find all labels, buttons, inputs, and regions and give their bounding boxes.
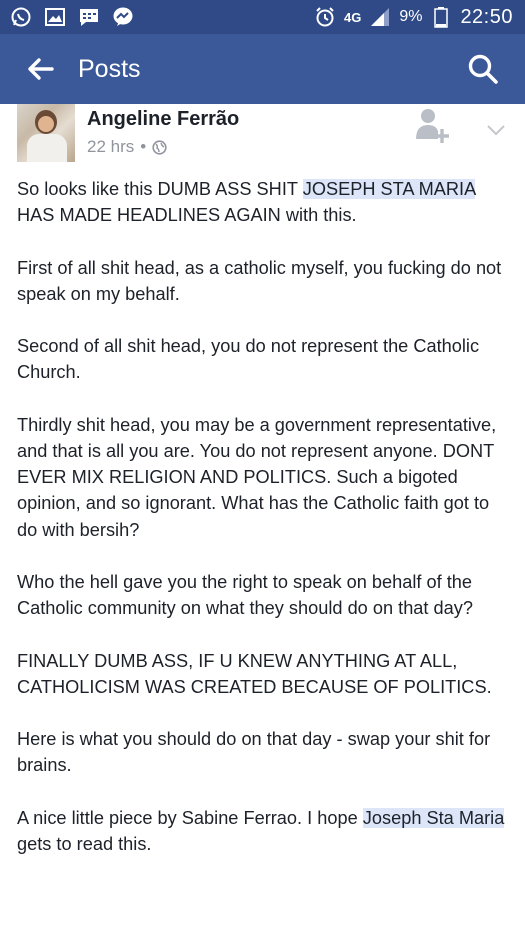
battery-icon xyxy=(430,6,452,28)
back-button[interactable] xyxy=(16,45,64,93)
post-paragraph: First of all shit head, as a catholic my… xyxy=(17,257,502,304)
post-options-button[interactable] xyxy=(484,118,508,142)
post-paragraph: Second of all shit head, you do not repr… xyxy=(17,336,480,383)
page-title: Posts xyxy=(78,54,141,83)
post-paragraph: So looks like this DUMB ASS SHIT JOSEPH … xyxy=(17,179,476,226)
author-name[interactable]: Angeline Ferrão xyxy=(87,108,239,131)
post-paragraph: FINALLY DUMB ASS, IF U KNEW ANYTHING AT … xyxy=(17,650,492,697)
mention-link[interactable]: Joseph Sta Maria xyxy=(362,807,505,828)
post-header: Angeline Ferrão 22 hrs • xyxy=(0,104,525,170)
chevron-down-icon xyxy=(487,125,505,136)
message-icon xyxy=(78,6,100,28)
post-paragraph: Who the hell gave you the right to speak… xyxy=(17,571,473,619)
mention-link[interactable]: JOSEPH STA MARIA xyxy=(302,179,476,199)
gallery-icon xyxy=(44,6,66,28)
network-type: 4G xyxy=(343,9,362,25)
app-bar: Posts xyxy=(0,34,525,104)
avatar[interactable] xyxy=(17,104,75,162)
battery-percent: 9% xyxy=(399,8,423,25)
signal-icon xyxy=(369,6,391,28)
post: Angeline Ferrão 22 hrs • So looks like t… xyxy=(0,104,525,854)
post-meta: 22 hrs • xyxy=(87,137,167,157)
notification-icons xyxy=(0,6,134,28)
meta-separator: • xyxy=(140,137,147,156)
post-body: So looks like this DUMB ASS SHIT JOSEPH … xyxy=(17,176,512,883)
messenger-icon xyxy=(112,6,134,28)
clock: 22:50 xyxy=(460,5,513,28)
back-arrow-icon xyxy=(28,58,54,80)
whatsapp-icon xyxy=(10,6,32,28)
avatar-body xyxy=(27,134,67,162)
add-friend-icon xyxy=(416,109,449,143)
globe-icon xyxy=(152,139,167,155)
post-paragraph: A nice little piece by Sabine Ferrao. I … xyxy=(17,807,505,854)
search-icon xyxy=(468,54,498,84)
system-status: 4G 9% 22:50 xyxy=(314,6,525,29)
post-paragraph: Thirdly shit head, you may be a governme… xyxy=(17,414,497,540)
post-paragraph: Here is what you should do on that day -… xyxy=(17,729,491,776)
post-time[interactable]: 22 hrs xyxy=(87,137,134,157)
status-bar: 4G 9% 22:50 xyxy=(0,0,525,34)
avatar-face xyxy=(38,116,54,132)
alarm-icon xyxy=(314,6,336,28)
search-button[interactable] xyxy=(461,47,505,91)
add-friend-button[interactable] xyxy=(410,104,454,148)
